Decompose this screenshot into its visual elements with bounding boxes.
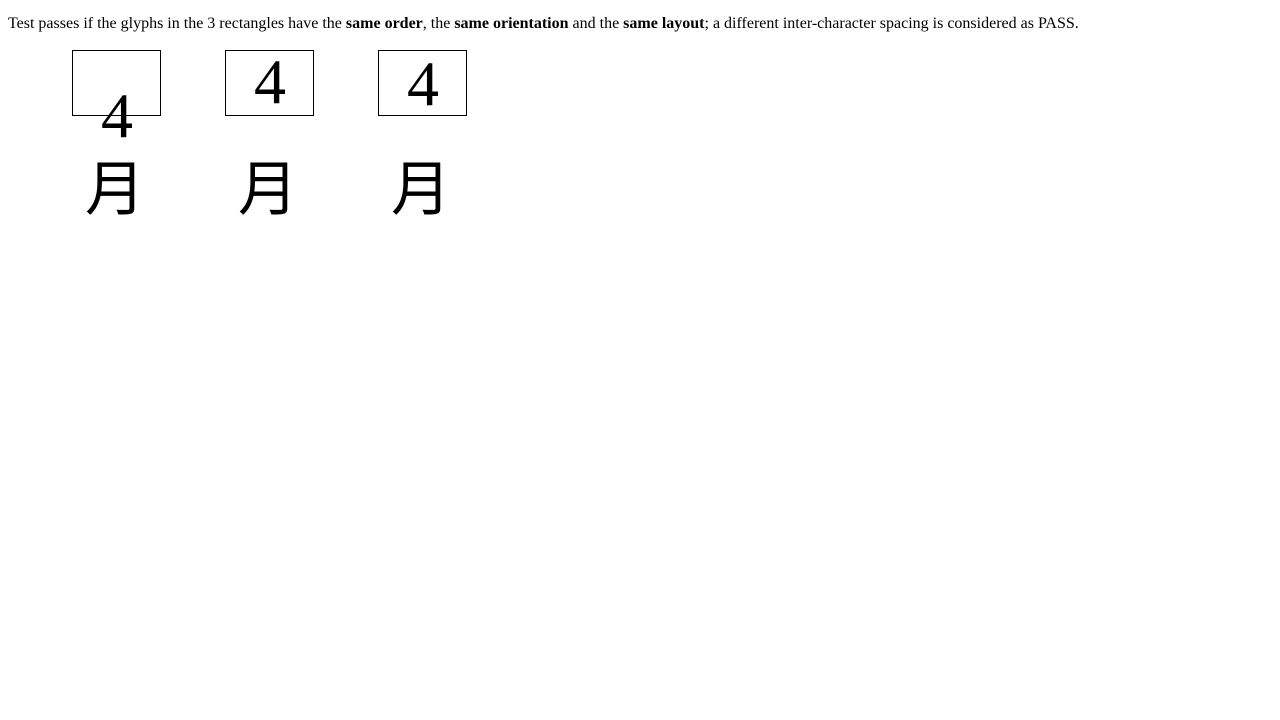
instructions-bold-same-orientation: same orientation <box>454 15 569 32</box>
sample-3-cjk-glyph: 月 <box>391 155 451 225</box>
sample-2-cjk-glyph: 月 <box>238 155 298 225</box>
instructions-bold-same-layout: same layout <box>623 15 705 32</box>
sample-1-digit-glyph: 4 <box>101 80 133 151</box>
instructions-part3: and the <box>568 15 624 32</box>
sample-2-digit-glyph: 4 <box>254 46 286 117</box>
instructions-part2: , the <box>422 15 455 32</box>
instructions-part4: ; a different inter-character spacing is… <box>704 15 1079 32</box>
instructions-part1: Test passes if the glyphs in the 3 recta… <box>8 15 346 32</box>
instructions-bold-same-order: same order <box>345 15 423 32</box>
sample-3-digit-glyph: 4 <box>407 48 439 119</box>
instructions-text: Test passes if the glyphs in the 3 recta… <box>8 14 1079 34</box>
sample-1-cjk-glyph: 月 <box>85 155 145 225</box>
